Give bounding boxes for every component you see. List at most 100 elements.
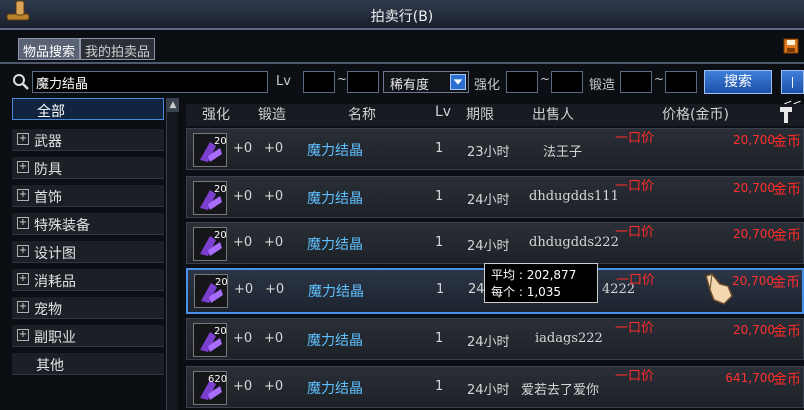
magic-crystal-icon[interactable]: 620 [193,371,227,405]
expand-icon[interactable]: + [17,301,29,313]
item-name: 魔力结晶 [307,191,363,207]
category-all[interactable]: 全部 [12,98,164,120]
tab-bar: 物品搜索 我的拍卖品 [18,38,156,60]
currency-label: 金币 [772,275,800,291]
enhance-min-input[interactable] [506,71,538,93]
item-name: 魔力结晶 [308,284,364,300]
duration-value: 23小时 [467,145,510,160]
seller-name: dhdugdds222 [529,235,619,250]
expand-icon[interactable]: + [17,245,29,257]
category-special-equipment[interactable]: + 特殊装备 [12,213,164,235]
save-icon[interactable] [783,38,799,54]
duration-value: 24小时 [467,193,510,208]
header-forge[interactable]: 锻造 [258,104,286,124]
header-duration[interactable]: 期限 [466,104,494,124]
category-label: 宠物 [34,302,62,318]
category-accessory[interactable]: + 首饰 [12,185,164,207]
rarity-dropdown[interactable]: 稀有度 [383,71,469,93]
header-name[interactable]: 名称 [348,104,376,124]
seller-name: iadags222 [535,331,603,346]
category-pet[interactable]: + 宠物 [12,297,164,319]
buyout-label: 一口价 [615,225,655,240]
tab-item-search[interactable]: 物品搜索 [18,38,81,60]
hammer-icon [780,107,792,123]
chevron-down-icon[interactable] [450,74,466,90]
collapse-button[interactable]: |<< [781,70,804,110]
scroll-up-icon[interactable]: ▲ [167,98,179,112]
category-sub-profession[interactable]: + 副职业 [12,325,164,347]
currency-label: 金币 [773,372,801,388]
duration-value: 24小时 [467,239,510,254]
expand-icon[interactable]: + [17,189,29,201]
currency-label: 金币 [773,324,801,340]
search-bar: Lv ~ 稀有度 强化 ~ 锻造 ~ 搜索 |<< [0,70,804,110]
duration-value: 24小时 [467,383,510,398]
currency-label: 金币 [773,134,801,150]
forge-label: 锻造 [589,78,616,93]
magic-crystal-icon[interactable]: 20 [193,181,227,215]
category-other[interactable]: 其他 [12,353,164,375]
tooltip-average-value: : 202,877 [518,268,577,282]
item-quantity: 620 [208,374,228,385]
results-table: 强化 锻造 名称 Lv 期限 出售人 价格(金币) 20 +0 +0 魔力结晶 … [186,104,804,410]
expand-icon[interactable]: + [17,133,29,145]
enhance-value: +0 [234,282,254,297]
item-name: 魔力结晶 [307,237,363,253]
rarity-value: 稀有度 [390,78,430,93]
forge-value: +0 [264,189,284,204]
category-blueprint[interactable]: + 设计图 [12,241,164,263]
buyout-label: 一口价 [615,321,655,336]
magic-crystal-icon[interactable]: 20 [194,274,228,308]
header-seller[interactable]: 出售人 [532,104,574,124]
category-weapon[interactable]: + 武器 [12,129,164,151]
expand-icon[interactable]: + [17,329,29,341]
price-value: 641,700 [725,371,775,385]
category-armor[interactable]: + 防具 [12,157,164,179]
table-row[interactable]: 20 +0 +0 魔力结晶 1 24小时 dhdugdds222 一口价 20,… [186,222,804,264]
duration-value: 24小时 [467,335,510,350]
category-label: 消耗品 [34,274,76,290]
item-quantity: 20 [214,326,227,337]
price-value: 20,700 [733,181,775,195]
enhance-value: +0 [233,235,253,250]
category-label: 首饰 [34,190,62,206]
sidebar-scrollbar[interactable]: ▲ [166,98,179,410]
forge-max-input[interactable] [665,71,697,93]
item-quantity: 20 [215,277,228,288]
magic-crystal-icon[interactable]: 20 [193,133,227,167]
level-max-input[interactable] [347,71,379,93]
price-value: 20,700 [732,274,774,288]
range-separator: ~ [654,72,665,86]
magic-crystal-icon[interactable]: 20 [193,227,227,261]
header-level[interactable]: Lv [435,104,451,120]
category-label: 设计图 [34,246,76,262]
level-min-input[interactable] [303,71,335,93]
table-row[interactable]: 20 +0 +0 魔力结晶 1 23小时 法王子 一口价 20,700 金币 [186,128,804,170]
header-enhance[interactable]: 强化 [202,104,230,124]
header-price[interactable]: 价格(金币) [662,104,729,124]
expand-icon[interactable]: + [17,273,29,285]
search-button[interactable]: 搜索 [704,70,772,94]
forge-value: +0 [264,141,284,156]
forge-value: +0 [264,379,284,394]
enhance-max-input[interactable] [551,71,583,93]
forge-value: +0 [264,235,284,250]
item-quantity: 20 [214,230,227,241]
category-consumable[interactable]: + 消耗品 [12,269,164,291]
table-row[interactable]: 620 +0 +0 魔力结晶 1 24小时 爱若去了爱你 一口价 641,700… [186,366,804,408]
magic-crystal-icon[interactable]: 20 [193,323,227,357]
expand-icon[interactable]: + [17,161,29,173]
tab-my-auctions[interactable]: 我的拍卖品 [80,38,156,60]
forge-value: +0 [264,331,284,346]
hand-cursor-icon [705,273,733,305]
table-row[interactable]: 20 +0 +0 魔力结晶 1 24小时 iadags222 一口价 20,70… [186,318,804,360]
expand-icon[interactable]: + [17,217,29,229]
enhance-label: 强化 [474,78,501,93]
item-name: 魔力结晶 [307,381,363,397]
forge-min-input[interactable] [620,71,652,93]
table-row[interactable]: 20 +0 +0 魔力结晶 1 24小时 dhdugdds111 一口价 20,… [186,176,804,218]
search-input[interactable] [32,71,268,93]
tooltip-average: 平均 : 202,877 [491,266,591,283]
buyout-label: 一口价 [616,273,656,288]
duration-value: 24 [468,282,485,297]
